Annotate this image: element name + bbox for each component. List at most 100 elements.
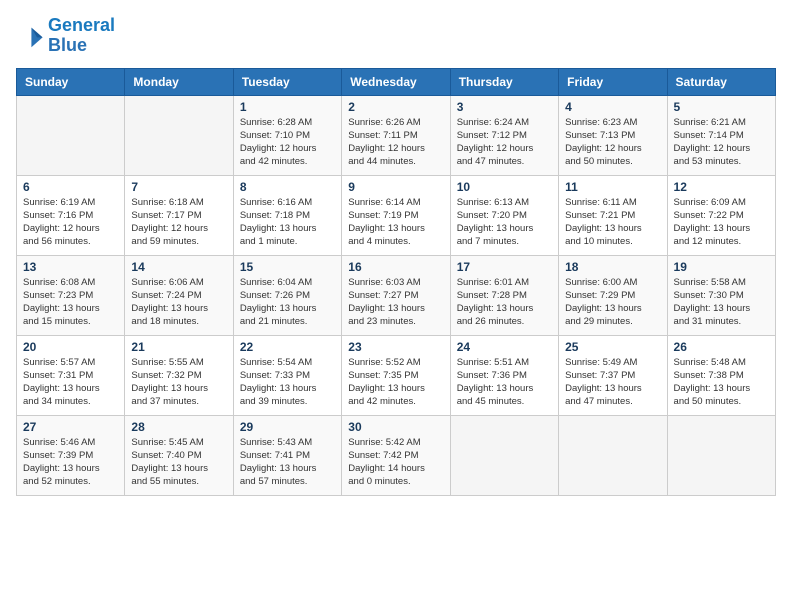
calendar-cell: 24 Sunrise: 5:51 AM Sunset: 7:36 PM Dayli… xyxy=(450,335,558,415)
cell-sun-info: Sunrise: 5:48 AM Sunset: 7:38 PM Dayligh… xyxy=(674,356,769,409)
cell-sun-info: Sunrise: 5:43 AM Sunset: 7:41 PM Dayligh… xyxy=(240,436,335,489)
calendar-cell: 29 Sunrise: 5:43 AM Sunset: 7:41 PM Dayli… xyxy=(233,415,341,495)
day-number: 10 xyxy=(457,180,552,194)
calendar-cell: 25 Sunrise: 5:49 AM Sunset: 7:37 PM Dayli… xyxy=(559,335,667,415)
calendar-cell: 6 Sunrise: 6:19 AM Sunset: 7:16 PM Daylig… xyxy=(17,175,125,255)
day-number: 13 xyxy=(23,260,118,274)
day-number: 25 xyxy=(565,340,660,354)
cell-sun-info: Sunrise: 6:19 AM Sunset: 7:16 PM Dayligh… xyxy=(23,196,118,249)
calendar-cell: 18 Sunrise: 6:00 AM Sunset: 7:29 PM Dayli… xyxy=(559,255,667,335)
calendar-cell: 8 Sunrise: 6:16 AM Sunset: 7:18 PM Daylig… xyxy=(233,175,341,255)
cell-sun-info: Sunrise: 5:54 AM Sunset: 7:33 PM Dayligh… xyxy=(240,356,335,409)
cell-sun-info: Sunrise: 5:45 AM Sunset: 7:40 PM Dayligh… xyxy=(131,436,226,489)
calendar-cell: 27 Sunrise: 5:46 AM Sunset: 7:39 PM Dayli… xyxy=(17,415,125,495)
cell-sun-info: Sunrise: 5:42 AM Sunset: 7:42 PM Dayligh… xyxy=(348,436,443,489)
day-number: 23 xyxy=(348,340,443,354)
cell-sun-info: Sunrise: 6:14 AM Sunset: 7:19 PM Dayligh… xyxy=(348,196,443,249)
calendar-cell: 4 Sunrise: 6:23 AM Sunset: 7:13 PM Daylig… xyxy=(559,95,667,175)
weekday-header-tuesday: Tuesday xyxy=(233,68,341,95)
day-number: 29 xyxy=(240,420,335,434)
day-number: 11 xyxy=(565,180,660,194)
day-number: 5 xyxy=(674,100,769,114)
day-number: 6 xyxy=(23,180,118,194)
cell-sun-info: Sunrise: 6:00 AM Sunset: 7:29 PM Dayligh… xyxy=(565,276,660,329)
cell-sun-info: Sunrise: 6:28 AM Sunset: 7:10 PM Dayligh… xyxy=(240,116,335,169)
day-number: 4 xyxy=(565,100,660,114)
calendar-cell: 21Sunrise: 5:55 AM Sunset: 7:32 PM Dayli… xyxy=(125,335,233,415)
cell-sun-info: Sunrise: 5:49 AM Sunset: 7:37 PM Dayligh… xyxy=(565,356,660,409)
day-number: 2 xyxy=(348,100,443,114)
calendar-cell xyxy=(450,415,558,495)
logo: General Blue xyxy=(16,16,115,56)
calendar-cell: 28 Sunrise: 5:45 AM Sunset: 7:40 PM Dayli… xyxy=(125,415,233,495)
day-number: 14 xyxy=(131,260,226,274)
calendar-cell: 12 Sunrise: 6:09 AM Sunset: 7:22 PM Dayli… xyxy=(667,175,775,255)
day-number: 27 xyxy=(23,420,118,434)
calendar-week-5: 27 Sunrise: 5:46 AM Sunset: 7:39 PM Dayli… xyxy=(17,415,776,495)
weekday-header-wednesday: Wednesday xyxy=(342,68,450,95)
calendar-cell: 3Sunrise: 6:24 AM Sunset: 7:12 PM Daylig… xyxy=(450,95,558,175)
calendar-cell: 7 Sunrise: 6:18 AM Sunset: 7:17 PM Daylig… xyxy=(125,175,233,255)
calendar-cell xyxy=(17,95,125,175)
cell-sun-info: Sunrise: 6:11 AM Sunset: 7:21 PM Dayligh… xyxy=(565,196,660,249)
cell-sun-info: Sunrise: 6:08 AM Sunset: 7:23 PM Dayligh… xyxy=(23,276,118,329)
cell-sun-info: Sunrise: 5:46 AM Sunset: 7:39 PM Dayligh… xyxy=(23,436,118,489)
cell-sun-info: Sunrise: 6:01 AM Sunset: 7:28 PM Dayligh… xyxy=(457,276,552,329)
calendar-cell: 15Sunrise: 6:04 AM Sunset: 7:26 PM Dayli… xyxy=(233,255,341,335)
calendar-table: SundayMondayTuesdayWednesdayThursdayFrid… xyxy=(16,68,776,496)
calendar-cell xyxy=(125,95,233,175)
cell-sun-info: Sunrise: 6:03 AM Sunset: 7:27 PM Dayligh… xyxy=(348,276,443,329)
day-number: 18 xyxy=(565,260,660,274)
day-number: 28 xyxy=(131,420,226,434)
calendar-week-4: 20Sunrise: 5:57 AM Sunset: 7:31 PM Dayli… xyxy=(17,335,776,415)
calendar-cell: 1Sunrise: 6:28 AM Sunset: 7:10 PM Daylig… xyxy=(233,95,341,175)
cell-sun-info: Sunrise: 6:16 AM Sunset: 7:18 PM Dayligh… xyxy=(240,196,335,249)
day-number: 8 xyxy=(240,180,335,194)
calendar-cell xyxy=(559,415,667,495)
calendar-cell: 14 Sunrise: 6:06 AM Sunset: 7:24 PM Dayli… xyxy=(125,255,233,335)
cell-sun-info: Sunrise: 5:51 AM Sunset: 7:36 PM Dayligh… xyxy=(457,356,552,409)
calendar-cell: 22 Sunrise: 5:54 AM Sunset: 7:33 PM Dayli… xyxy=(233,335,341,415)
calendar-cell: 16Sunrise: 6:03 AM Sunset: 7:27 PM Dayli… xyxy=(342,255,450,335)
weekday-header-row: SundayMondayTuesdayWednesdayThursdayFrid… xyxy=(17,68,776,95)
day-number: 24 xyxy=(457,340,552,354)
logo-icon xyxy=(16,22,44,50)
day-number: 20 xyxy=(23,340,118,354)
calendar-cell: 23 Sunrise: 5:52 AM Sunset: 7:35 PM Dayli… xyxy=(342,335,450,415)
day-number: 17 xyxy=(457,260,552,274)
calendar-cell: 19 Sunrise: 5:58 AM Sunset: 7:30 PM Dayli… xyxy=(667,255,775,335)
day-number: 7 xyxy=(131,180,226,194)
page-header: General Blue xyxy=(16,16,776,56)
day-number: 9 xyxy=(348,180,443,194)
calendar-cell: 13 Sunrise: 6:08 AM Sunset: 7:23 PM Dayli… xyxy=(17,255,125,335)
calendar-cell: 5 Sunrise: 6:21 AM Sunset: 7:14 PM Daylig… xyxy=(667,95,775,175)
cell-sun-info: Sunrise: 6:23 AM Sunset: 7:13 PM Dayligh… xyxy=(565,116,660,169)
calendar-cell xyxy=(667,415,775,495)
calendar-cell: 9 Sunrise: 6:14 AM Sunset: 7:19 PM Daylig… xyxy=(342,175,450,255)
calendar-cell: 26 Sunrise: 5:48 AM Sunset: 7:38 PM Dayli… xyxy=(667,335,775,415)
logo-text: General Blue xyxy=(48,16,115,56)
cell-sun-info: Sunrise: 6:26 AM Sunset: 7:11 PM Dayligh… xyxy=(348,116,443,169)
day-number: 19 xyxy=(674,260,769,274)
day-number: 26 xyxy=(674,340,769,354)
calendar-cell: 10 Sunrise: 6:13 AM Sunset: 7:20 PM Dayli… xyxy=(450,175,558,255)
cell-sun-info: Sunrise: 6:09 AM Sunset: 7:22 PM Dayligh… xyxy=(674,196,769,249)
day-number: 12 xyxy=(674,180,769,194)
cell-sun-info: Sunrise: 6:06 AM Sunset: 7:24 PM Dayligh… xyxy=(131,276,226,329)
day-number: 15 xyxy=(240,260,335,274)
calendar-week-2: 6 Sunrise: 6:19 AM Sunset: 7:16 PM Daylig… xyxy=(17,175,776,255)
calendar-week-3: 13 Sunrise: 6:08 AM Sunset: 7:23 PM Dayli… xyxy=(17,255,776,335)
cell-sun-info: Sunrise: 6:21 AM Sunset: 7:14 PM Dayligh… xyxy=(674,116,769,169)
cell-sun-info: Sunrise: 6:13 AM Sunset: 7:20 PM Dayligh… xyxy=(457,196,552,249)
cell-sun-info: Sunrise: 5:58 AM Sunset: 7:30 PM Dayligh… xyxy=(674,276,769,329)
day-number: 30 xyxy=(348,420,443,434)
calendar-cell: 11 Sunrise: 6:11 AM Sunset: 7:21 PM Dayli… xyxy=(559,175,667,255)
calendar-cell: 17 Sunrise: 6:01 AM Sunset: 7:28 PM Dayli… xyxy=(450,255,558,335)
weekday-header-sunday: Sunday xyxy=(17,68,125,95)
cell-sun-info: Sunrise: 6:18 AM Sunset: 7:17 PM Dayligh… xyxy=(131,196,226,249)
calendar-cell: 20Sunrise: 5:57 AM Sunset: 7:31 PM Dayli… xyxy=(17,335,125,415)
day-number: 22 xyxy=(240,340,335,354)
cell-sun-info: Sunrise: 5:52 AM Sunset: 7:35 PM Dayligh… xyxy=(348,356,443,409)
calendar-week-1: 1Sunrise: 6:28 AM Sunset: 7:10 PM Daylig… xyxy=(17,95,776,175)
weekday-header-thursday: Thursday xyxy=(450,68,558,95)
